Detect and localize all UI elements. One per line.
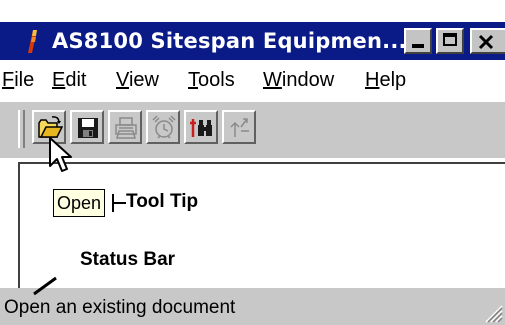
menu-tools-mnemonic: T [188,69,198,91]
open-tooltip: Open [53,189,106,217]
connect-icon [230,118,249,137]
connect-button[interactable] [222,110,256,144]
resize-grip-icon[interactable] [481,301,503,323]
alarm-clock-icon [152,115,176,139]
menu-edit[interactable]: Edit [52,68,86,92]
menu-view-mnemonic: V [116,69,129,91]
menu-help[interactable]: Help [365,68,406,92]
maximize-icon [443,33,457,46]
menu-bar: File Edit View Tools Window Help [0,60,505,100]
tooltip-callout-line [112,202,126,204]
statusbar-callout-arrow [33,276,57,296]
window-title: AS8100 Sitespan Equipmen... [52,29,407,53]
menu-tools-label: ools [198,69,235,91]
menu-window[interactable]: Window [263,68,334,92]
tooltip-annotation-label: Tool Tip [126,191,199,212]
mouse-cursor-icon [49,137,72,172]
statusbar-annotation-label: Status Bar [80,249,176,270]
menu-view[interactable]: View [116,68,159,92]
menu-help-mnemonic: H [365,69,380,91]
menu-view-label: iew [128,69,159,91]
menu-tools[interactable]: Tools [188,68,235,92]
menu-file-mnemonic: F [2,69,15,91]
minimize-button[interactable] [404,28,432,54]
app-icon [28,30,37,53]
find-button[interactable] [184,110,218,144]
menu-edit-mnemonic: E [52,69,66,91]
toolbar [0,100,505,158]
menu-help-label: elp [379,69,407,91]
save-disk-icon [78,118,98,138]
menu-file-label: ile [14,69,35,91]
binoculars-icon [190,119,212,137]
close-icon [478,34,494,50]
menu-edit-label: dit [65,69,87,91]
print-button[interactable] [108,110,142,144]
menu-window-mnemonic: W [263,69,282,91]
title-bar[interactable]: AS8100 Sitespan Equipmen... [0,22,505,60]
menu-window-label: indow [281,69,335,91]
close-button[interactable] [470,28,505,54]
status-text: Open an existing document [4,297,236,318]
save-button[interactable] [70,110,104,144]
toolbar-grip[interactable] [18,110,25,148]
status-bar: Open an existing document [0,288,505,325]
menu-file[interactable]: File [2,68,34,92]
application-window: AS8100 Sitespan Equipmen... File Edit Vi… [0,0,505,325]
minimize-icon [412,44,424,48]
maximize-button[interactable] [436,28,464,54]
alarm-button[interactable] [146,110,180,144]
printer-icon [115,117,137,139]
